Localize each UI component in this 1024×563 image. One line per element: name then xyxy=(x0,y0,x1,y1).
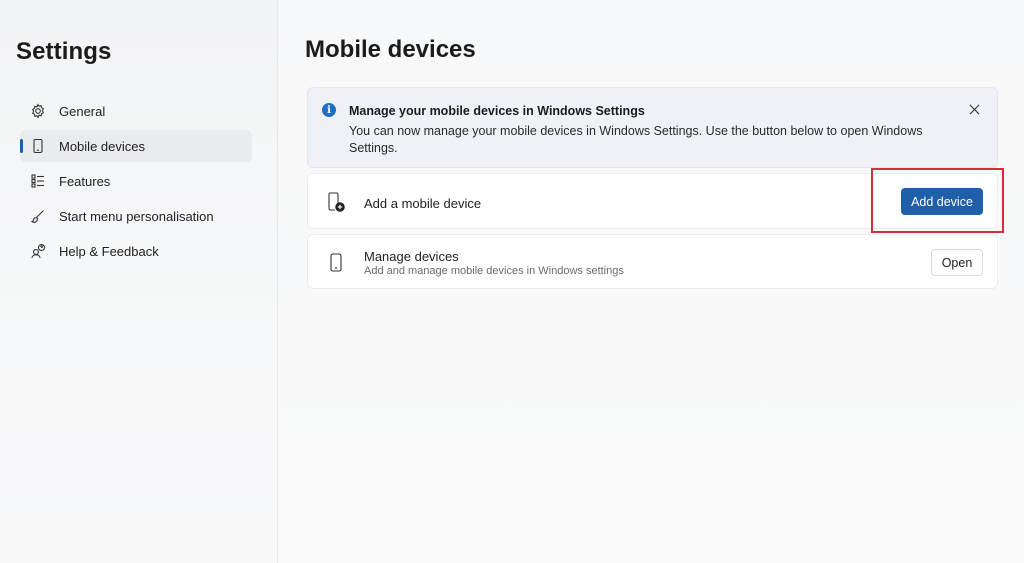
sidebar-item-label: Features xyxy=(59,173,111,189)
gear-icon xyxy=(30,103,46,119)
manage-devices-row: Manage devices Add and manage mobile dev… xyxy=(307,234,998,289)
add-device-label: Add a mobile device xyxy=(364,196,482,211)
help-people-icon xyxy=(30,243,46,259)
sidebar-item-label: Help & Feedback xyxy=(59,243,159,259)
sidebar-nav: General Mobile devices Features Start me… xyxy=(20,95,252,270)
page-title: Mobile devices xyxy=(305,36,476,63)
manage-devices-label: Manage devices xyxy=(364,249,459,264)
open-button[interactable]: Open xyxy=(931,249,983,276)
sidebar-item-general[interactable]: General xyxy=(20,95,252,127)
phone-icon xyxy=(326,252,346,274)
add-device-button[interactable]: Add device xyxy=(901,188,983,215)
app-title: Settings xyxy=(16,38,112,65)
sidebar-item-start-menu-personalisation[interactable]: Start menu personalisation xyxy=(20,200,252,232)
features-list-icon xyxy=(30,173,46,189)
sidebar-item-label: Start menu personalisation xyxy=(59,208,214,224)
sidebar-item-mobile-devices[interactable]: Mobile devices xyxy=(20,130,252,162)
add-mobile-device-row: Add a mobile device Add device xyxy=(307,173,998,229)
close-icon[interactable] xyxy=(965,100,983,118)
add-device-icon xyxy=(326,191,346,213)
main-content: Mobile devices i Manage your mobile devi… xyxy=(279,0,1024,563)
brush-icon xyxy=(30,208,46,224)
sidebar-item-label: General xyxy=(59,103,106,119)
sidebar-item-label: Mobile devices xyxy=(59,138,145,154)
info-title: Manage your mobile devices in Windows Se… xyxy=(349,104,645,118)
info-icon: i xyxy=(322,103,336,117)
sidebar: Settings General Mobile devices Features… xyxy=(0,0,278,563)
info-banner: i Manage your mobile devices in Windows … xyxy=(307,87,998,168)
sidebar-item-help-feedback[interactable]: Help & Feedback xyxy=(20,235,252,267)
manage-devices-subtitle: Add and manage mobile devices in Windows… xyxy=(364,265,624,277)
sidebar-item-features[interactable]: Features xyxy=(20,165,252,197)
info-text: You can now manage your mobile devices i… xyxy=(349,124,923,155)
phone-icon xyxy=(30,138,46,154)
